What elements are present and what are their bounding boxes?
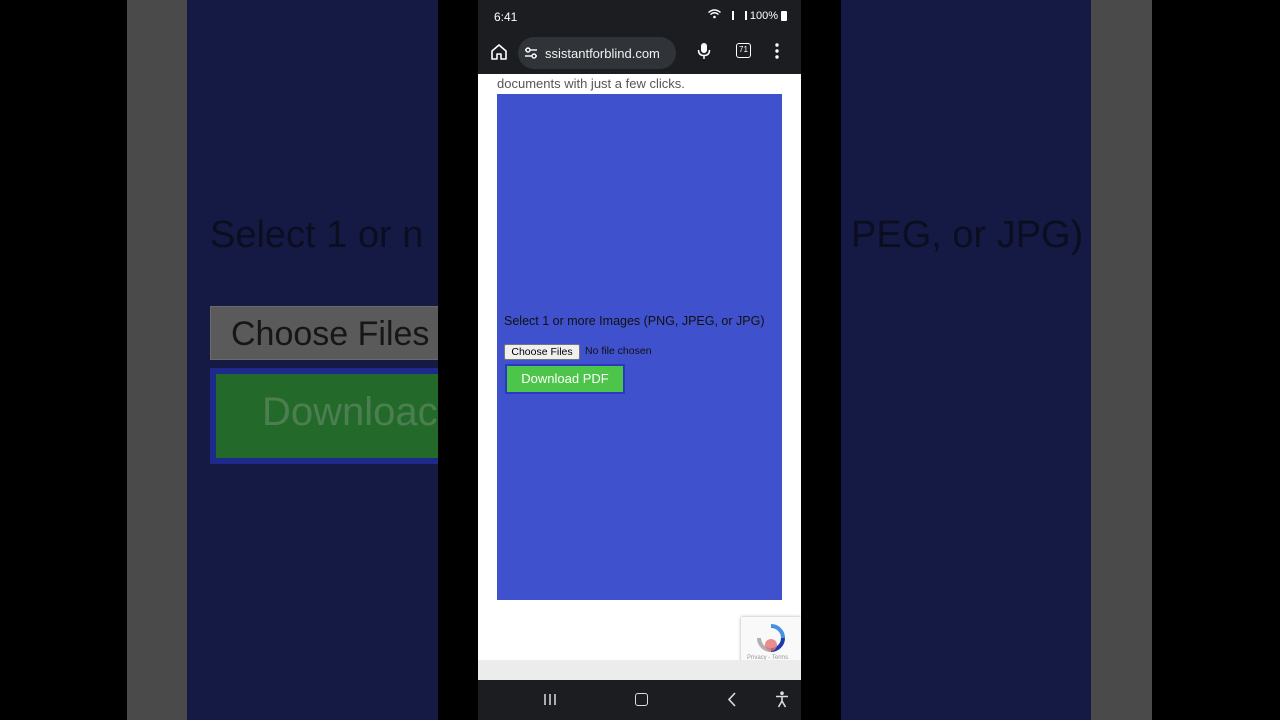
url-text: ssistantforblind.com xyxy=(545,46,660,61)
background-zoomed-download-button: Downloac xyxy=(210,368,438,464)
battery-percent: 100% xyxy=(749,9,778,22)
video-frame: Select 1 or n Choose Files Downloac PEG,… xyxy=(0,0,1280,720)
background-zoomed-choose-button: Choose Files xyxy=(210,306,438,360)
status-bar: 6:41 100% xyxy=(478,0,801,34)
status-icons: 100% xyxy=(707,9,787,22)
wifi-icon xyxy=(707,9,721,22)
more-menu-icon[interactable] xyxy=(775,43,779,59)
system-nav-bar xyxy=(478,680,801,720)
signal-icon-2 xyxy=(737,11,747,20)
intro-text: documents with just a few clicks. xyxy=(497,76,685,91)
back-icon[interactable] xyxy=(727,692,737,707)
recaptcha-icon xyxy=(757,624,785,652)
recents-icon[interactable] xyxy=(543,693,557,706)
microphone-icon[interactable] xyxy=(696,42,712,60)
page-bottom-gutter xyxy=(478,660,801,680)
site-settings-icon[interactable] xyxy=(524,46,538,60)
file-status: No file chosen xyxy=(585,345,652,357)
background-blur-right: PEG, or JPG) xyxy=(841,0,1152,720)
choose-files-button[interactable]: Choose Files xyxy=(504,344,580,360)
background-zoomed-label-right: PEG, or JPG) xyxy=(851,214,1084,256)
battery-icon xyxy=(781,10,787,21)
nav-home-icon[interactable] xyxy=(635,693,648,706)
upload-panel: Select 1 or more Images (PNG, JPEG, or J… xyxy=(497,94,782,600)
background-zoomed-label: Select 1 or n xyxy=(210,214,424,256)
status-time: 6:41 xyxy=(494,10,518,24)
address-bar[interactable]: ssistantforblind.com xyxy=(518,37,676,69)
tab-switcher-icon[interactable]: 71 xyxy=(736,43,751,58)
web-content: documents with just a few clicks. Select… xyxy=(478,74,801,680)
browser-toolbar: ssistantforblind.com 71 xyxy=(478,34,801,74)
download-pdf-button[interactable]: Download PDF xyxy=(505,364,625,394)
accessibility-icon[interactable] xyxy=(775,691,789,708)
home-icon[interactable] xyxy=(490,43,508,61)
signal-icon xyxy=(724,11,734,20)
phone-screen: 6:41 100% ssistantforblind.com 71 docume… xyxy=(478,0,801,720)
background-blur-left: Select 1 or n Choose Files Downloac xyxy=(127,0,438,720)
upload-label: Select 1 or more Images (PNG, JPEG, or J… xyxy=(504,314,765,328)
